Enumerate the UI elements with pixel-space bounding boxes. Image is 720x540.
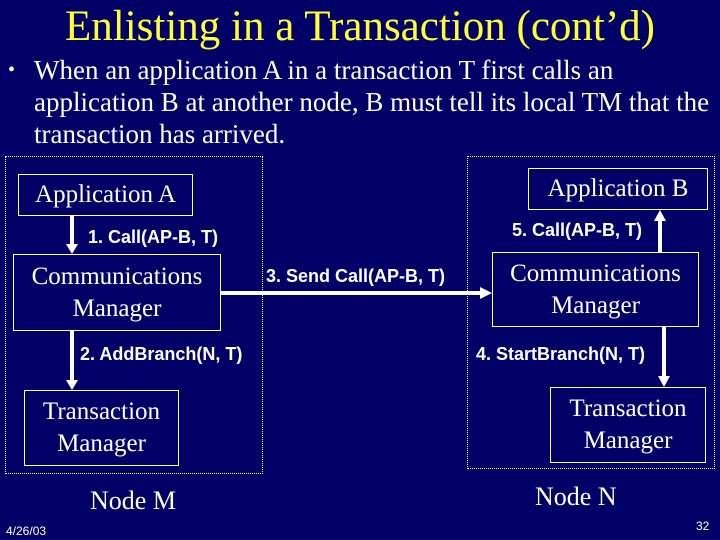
- application-a-box: Application A: [18, 174, 193, 216]
- application-a-label: Application A: [35, 181, 176, 208]
- step-1-label: 1. Call(AP-B, T): [88, 227, 219, 247]
- slide-title: Enlisting in a Transaction (cont’d): [65, 3, 655, 50]
- application-b-box: Application B: [528, 168, 708, 210]
- comm-manager-m-box: Communications Manager: [13, 254, 221, 331]
- step-3-label: 3. Send Call(AP-B, T): [266, 266, 446, 286]
- comm-manager-n-box: Communications Manager: [492, 252, 699, 327]
- slide-page-number: 32: [696, 519, 710, 533]
- bullet-marker: •: [8, 59, 16, 81]
- transaction-manager-n-label: Transaction Manager: [569, 395, 687, 454]
- node-m-label: Node M: [90, 486, 176, 515]
- transaction-manager-m-label: Transaction Manager: [42, 398, 161, 457]
- step-2-label: 2. AddBranch(N, T): [80, 344, 243, 364]
- transaction-manager-m-box: Transaction Manager: [24, 390, 179, 466]
- node-n-label: Node N: [535, 482, 617, 511]
- bullet-text: When an application A in a transaction T…: [34, 55, 710, 149]
- application-b-label: Application B: [547, 175, 689, 202]
- step-5-label: 5. Call(AP-B, T): [512, 220, 643, 240]
- comm-manager-n-label: Communications Manager: [510, 259, 681, 319]
- slide-date: 4/26/03: [6, 524, 47, 538]
- step-4-label: 4. StartBranch(N, T): [476, 344, 646, 364]
- transaction-manager-n-box: Transaction Manager: [550, 387, 706, 463]
- comm-manager-m-label: Communications Manager: [31, 262, 203, 322]
